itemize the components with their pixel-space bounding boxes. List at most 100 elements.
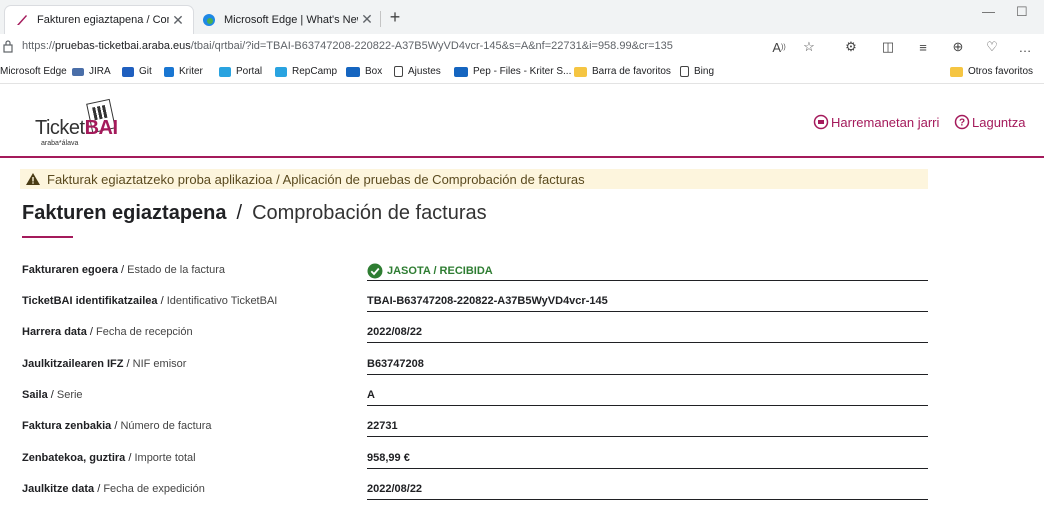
contact-icon — [813, 114, 829, 130]
warning-icon — [26, 173, 40, 185]
bookmark-microsoft-edge[interactable]: Microsoft Edge — [0, 66, 67, 77]
bookmark-label: Box — [365, 66, 383, 77]
url-field[interactable]: https://pruebas-ticketbai.araba.eus/tbai… — [22, 40, 673, 52]
more-menu-icon[interactable]: … — [1016, 38, 1034, 56]
sharepoint-icon — [346, 66, 360, 77]
read-aloud-icon[interactable]: A)) — [770, 38, 788, 56]
page-title: Fakturen egiaztapena / Comprobación de fac… — [22, 202, 487, 225]
field-row-ticketbai-id: TicketBAI identifikatzailea / Identifica… — [22, 288, 928, 312]
bookmark-jira[interactable]: JIRA — [72, 66, 111, 77]
invoice-number-value: 22731 — [367, 417, 928, 437]
url-host: pruebas-ticketbai.araba.eus — [55, 40, 191, 52]
bookmark-box[interactable]: Box — [346, 66, 382, 77]
portal-icon — [219, 66, 231, 77]
field-row-issuer-nif: Jaulkitzailearen IFZ / NIF emisor B63747… — [22, 351, 928, 375]
test-environment-notice: Fakturak egiaztatzeko proba aplikazioa /… — [20, 169, 928, 189]
field-label: Saila / Serie — [22, 389, 83, 401]
page-icon — [680, 66, 689, 77]
url-path: /tbai/qrtbai/?id=TBAI-B63747208-220822-A… — [190, 40, 673, 52]
issuer-nif-value: B63747208 — [367, 355, 928, 375]
field-label: Jaulkitze data / Fecha de expedición — [22, 483, 205, 495]
bookmark-ajustes[interactable]: Ajustes — [394, 66, 441, 77]
page-content: TicketBAI araba*álava Harremanetan jarri… — [0, 85, 1044, 523]
kriter-icon — [164, 66, 174, 77]
bookmark-label: Microsoft Edge — [0, 66, 67, 77]
bookmark-pep-files[interactable]: Pep - Files - Kriter S... — [454, 66, 571, 77]
field-row-total-amount: Zenbatekoa, guztira / Importe total 958,… — [22, 445, 928, 469]
contact-link[interactable]: Harremanetan jarri — [813, 114, 939, 130]
field-label: Zenbatekoa, guztira / Importe total — [22, 452, 196, 464]
address-bar: https://pruebas-ticketbai.araba.eus/tbai… — [0, 34, 1044, 60]
tab-title: Microsoft Edge | What's New — [224, 13, 358, 26]
favorite-star-icon[interactable]: ☆ — [800, 38, 818, 56]
help-icon: ? — [954, 114, 970, 130]
contact-link-label: Harremanetan jarri — [831, 114, 940, 130]
bookmark-label: JIRA — [89, 66, 111, 77]
field-label: TicketBAI identifikatzailea / Identifica… — [22, 295, 278, 307]
bookmark-label: Barra de favoritos — [592, 66, 671, 77]
reception-date-value: 2022/08/22 — [367, 323, 928, 343]
status-text: JASOTA / RECIBIDA — [387, 264, 493, 277]
bookmark-barra-de-favoritos[interactable]: Barra de favoritos — [574, 66, 671, 77]
jira-icon — [72, 67, 84, 76]
bookmark-otros-favoritos[interactable]: Otros favoritos — [950, 66, 1033, 77]
title-underline — [22, 236, 73, 238]
bookmark-kriter[interactable]: Kriter — [164, 66, 203, 77]
git-icon — [122, 66, 134, 77]
tab-edge-whats-new[interactable]: Microsoft Edge | What's New ✕ — [196, 5, 382, 34]
total-amount-value: 958,99 € — [367, 449, 928, 469]
extensions-icon[interactable]: ⚙ — [842, 38, 860, 56]
browser-tab-bar: Fakturen egiaztapena / Comprob ✕ Microso… — [0, 0, 1044, 34]
bookmark-git[interactable]: Git — [122, 66, 152, 77]
bookmark-label: Ajustes — [408, 66, 441, 77]
issue-date-value: 2022/08/22 — [367, 480, 928, 500]
header-divider — [0, 156, 1044, 158]
field-row-invoice-status: Fakturaren egoera / Estado de la factura… — [22, 257, 928, 281]
bookmark-repcamp[interactable]: RepCamp — [275, 66, 337, 77]
help-link[interactable]: ? Laguntza — [954, 114, 1026, 130]
bookmark-label: Pep - Files - Kriter S... — [473, 66, 572, 77]
bookmark-label: RepCamp — [292, 66, 338, 77]
field-row-reception-date: Harrera data / Fecha de recepción 2022/0… — [22, 319, 928, 343]
bookmark-bing[interactable]: Bing — [680, 66, 714, 77]
invoice-status-value: JASOTA / RECIBIDA — [367, 261, 928, 281]
tab-close-icon[interactable]: ✕ — [358, 11, 376, 28]
folder-icon — [950, 66, 963, 77]
browser-essentials-icon[interactable]: ♡ — [983, 38, 1001, 56]
field-row-issue-date: Jaulkitze data / Fecha de expedición 202… — [22, 476, 928, 500]
logo-subtitle: araba*álava — [41, 140, 79, 147]
folder-icon — [574, 66, 587, 77]
page-title-separator: / — [236, 202, 243, 224]
ticketbai-id-value: TBAI-B63747208-220822-A37B5WyVD4vcr-145 — [367, 292, 928, 312]
bookmark-label: Git — [139, 66, 152, 77]
ticketbai-favicon-icon — [17, 15, 27, 25]
field-label: Faktura zenbakia / Número de factura — [22, 420, 212, 432]
ticketbai-logo[interactable]: TicketBAI araba*álava — [35, 98, 131, 149]
help-link-label: Laguntza — [972, 114, 1026, 130]
collections-icon[interactable]: ⊕ — [949, 38, 967, 56]
tab-fakturen-egiaztapena[interactable]: Fakturen egiaztapena / Comprob ✕ — [4, 5, 194, 34]
svg-text:?: ? — [959, 118, 965, 129]
minimize-icon[interactable]: — — [982, 4, 995, 19]
series-value: A — [367, 386, 928, 406]
bookmark-portal[interactable]: Portal — [219, 66, 262, 77]
bookmark-label: Kriter — [179, 66, 203, 77]
sharepoint-icon — [454, 66, 468, 77]
favorites-icon[interactable]: ≡ — [914, 38, 932, 56]
notice-text: Fakturak egiaztatzeko proba aplikazioa /… — [47, 171, 585, 187]
tab-separator — [380, 11, 381, 27]
tab-close-icon[interactable]: ✕ — [169, 12, 187, 29]
bookmark-label: Portal — [236, 66, 263, 77]
field-row-series: Saila / Serie A — [22, 382, 928, 406]
field-row-invoice-number: Faktura zenbakia / Número de factura 227… — [22, 413, 928, 437]
split-screen-icon[interactable]: ◫ — [879, 38, 897, 56]
portal-icon — [275, 66, 287, 77]
new-tab-icon[interactable]: + — [386, 8, 404, 26]
field-label: Fakturaren egoera / Estado de la factura — [22, 264, 225, 276]
url-prefix: https:// — [22, 40, 56, 52]
lock-icon[interactable] — [2, 39, 14, 53]
check-circle-icon — [367, 263, 383, 278]
field-label: Harrera data / Fecha de recepción — [22, 326, 193, 338]
maximize-icon[interactable]: ☐ — [1016, 4, 1028, 20]
page-icon — [394, 66, 403, 77]
